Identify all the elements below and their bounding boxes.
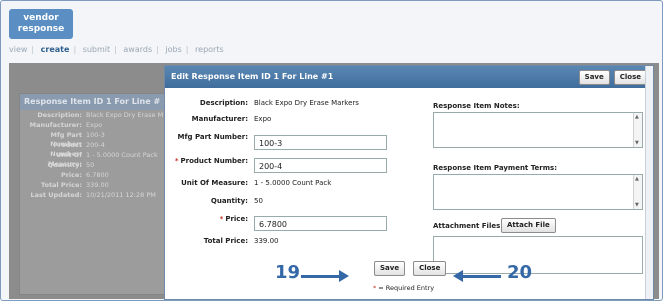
- bg-row: Unit Of Measure: 1 - 5.0000 Count Pack: [48, 151, 158, 168]
- quantity-field: Quantity: 50: [165, 194, 263, 208]
- payment-terms-label: Response Item Payment Terms:: [433, 164, 558, 172]
- attachment-box: [433, 236, 643, 274]
- payment-terms-textarea[interactable]: ▲ ▼: [433, 174, 643, 210]
- dialog-title: Edit Response Item ID 1 For Line #1: [171, 72, 334, 81]
- bg-row: Price: 6.7800: [60, 171, 109, 179]
- notes-scrollbar[interactable]: ▲ ▼: [633, 113, 642, 147]
- manufacturer-field: Manufacturer: Expo: [165, 112, 272, 126]
- quantity-label: Quantity:: [210, 197, 248, 205]
- bg-row: Quantity: 50: [47, 161, 95, 169]
- dialog-scrollbar[interactable]: [645, 66, 653, 299]
- background-panel-title: Response Item ID 1 For Line # 1: [20, 94, 188, 110]
- dialog-footer-buttons: Save Close: [374, 261, 447, 276]
- price-label: * Price:: [219, 215, 248, 223]
- total-price-label: Total Price:: [203, 237, 248, 245]
- header-close-button[interactable]: Close: [613, 70, 647, 85]
- mfg-part-field: Mfg Part Number:: [165, 130, 254, 144]
- callout-number-20: 20: [507, 262, 533, 283]
- notes-label: Response Item Notes:: [433, 102, 520, 110]
- product-number-field: * Product Number:: [165, 154, 254, 168]
- description-value: Black Expo Dry Erase Markers: [254, 99, 359, 107]
- uom-field: Unit Of Measure: 1 - 5.0000 Count Pack: [165, 176, 331, 190]
- price-input[interactable]: 6.7800: [254, 216, 387, 231]
- notes-textarea[interactable]: ▲ ▼: [433, 112, 643, 148]
- footer-close-button[interactable]: Close: [413, 261, 447, 276]
- callout-arrow-19-line: [301, 275, 341, 278]
- nav-jobs[interactable]: jobs: [165, 45, 181, 54]
- logo-line1: vendor: [23, 13, 59, 23]
- bg-row: Total Price: 339.00: [40, 181, 109, 189]
- app-window: vendor response view | create | submit | aw…: [0, 0, 663, 301]
- top-nav: view | create | submit | awards | jobs | repo…: [9, 45, 224, 54]
- manufacturer-label: Manufacturer:: [191, 115, 248, 123]
- description-field: Description: Black Expo Dry Erase Marker…: [165, 96, 359, 110]
- quantity-value: 50: [254, 197, 263, 205]
- attachment-label: Attachment Files:: [433, 222, 504, 230]
- description-label: Description:: [199, 99, 248, 107]
- logo-line2: response: [17, 24, 65, 34]
- nav-submit[interactable]: submit: [83, 45, 110, 54]
- total-price-field: Total Price: 339.00: [165, 234, 279, 248]
- bg-row: Manufacturer: Expo: [29, 121, 103, 129]
- product-number-input[interactable]: 200-4: [254, 158, 387, 173]
- bg-row: Description: Black Expo Dry Erase M: [37, 111, 164, 119]
- bg-row: Mfg Part Number: 100-3: [50, 131, 105, 148]
- callout-number-19: 19: [275, 262, 301, 283]
- required-marker: *: [373, 284, 377, 292]
- total-price-value: 339.00: [254, 237, 279, 245]
- product-number-label: * Product Number:: [174, 157, 248, 165]
- scroll-down-icon[interactable]: ▼: [635, 202, 639, 208]
- scroll-up-icon[interactable]: ▲: [635, 114, 639, 120]
- bg-row: Product Number: 200-4: [50, 141, 105, 158]
- mfg-part-input[interactable]: 100-3: [254, 135, 387, 150]
- scroll-down-icon[interactable]: ▼: [635, 140, 639, 146]
- arrow-right-icon: [339, 270, 349, 282]
- dialog-body: Description: Black Expo Dry Erase Marker…: [165, 88, 653, 299]
- dialog-header: Edit Response Item ID 1 For Line #1 Save…: [165, 66, 653, 88]
- footer-save-button[interactable]: Save: [374, 261, 406, 276]
- required-marker: *: [174, 157, 179, 165]
- header-save-button[interactable]: Save: [578, 70, 610, 85]
- callout-arrow-20-line: [461, 275, 501, 278]
- nav-reports[interactable]: reports: [195, 45, 224, 54]
- payment-terms-scrollbar[interactable]: ▲ ▼: [633, 175, 642, 209]
- price-field: * Price:: [165, 212, 254, 226]
- uom-value: 1 - 5.0000 Count Pack: [254, 179, 332, 187]
- edit-response-item-dialog: Edit Response Item ID 1 For Line #1 Save…: [164, 65, 654, 300]
- required-entry-note: * = Required Entry: [373, 284, 435, 292]
- vendor-response-logo: vendor response: [9, 9, 73, 39]
- required-marker: *: [219, 215, 224, 223]
- nav-create[interactable]: create: [41, 45, 70, 54]
- mfg-part-label: Mfg Part Number:: [177, 133, 248, 141]
- nav-awards[interactable]: awards: [123, 45, 152, 54]
- attach-file-button[interactable]: Attach File: [501, 218, 556, 233]
- scroll-up-icon[interactable]: ▲: [635, 176, 639, 182]
- nav-view[interactable]: view: [9, 45, 27, 54]
- uom-label: Unit Of Measure:: [181, 179, 248, 187]
- bg-row: Last Updated: 10/21/2011 12:28 PM: [30, 191, 156, 199]
- manufacturer-value: Expo: [254, 115, 272, 123]
